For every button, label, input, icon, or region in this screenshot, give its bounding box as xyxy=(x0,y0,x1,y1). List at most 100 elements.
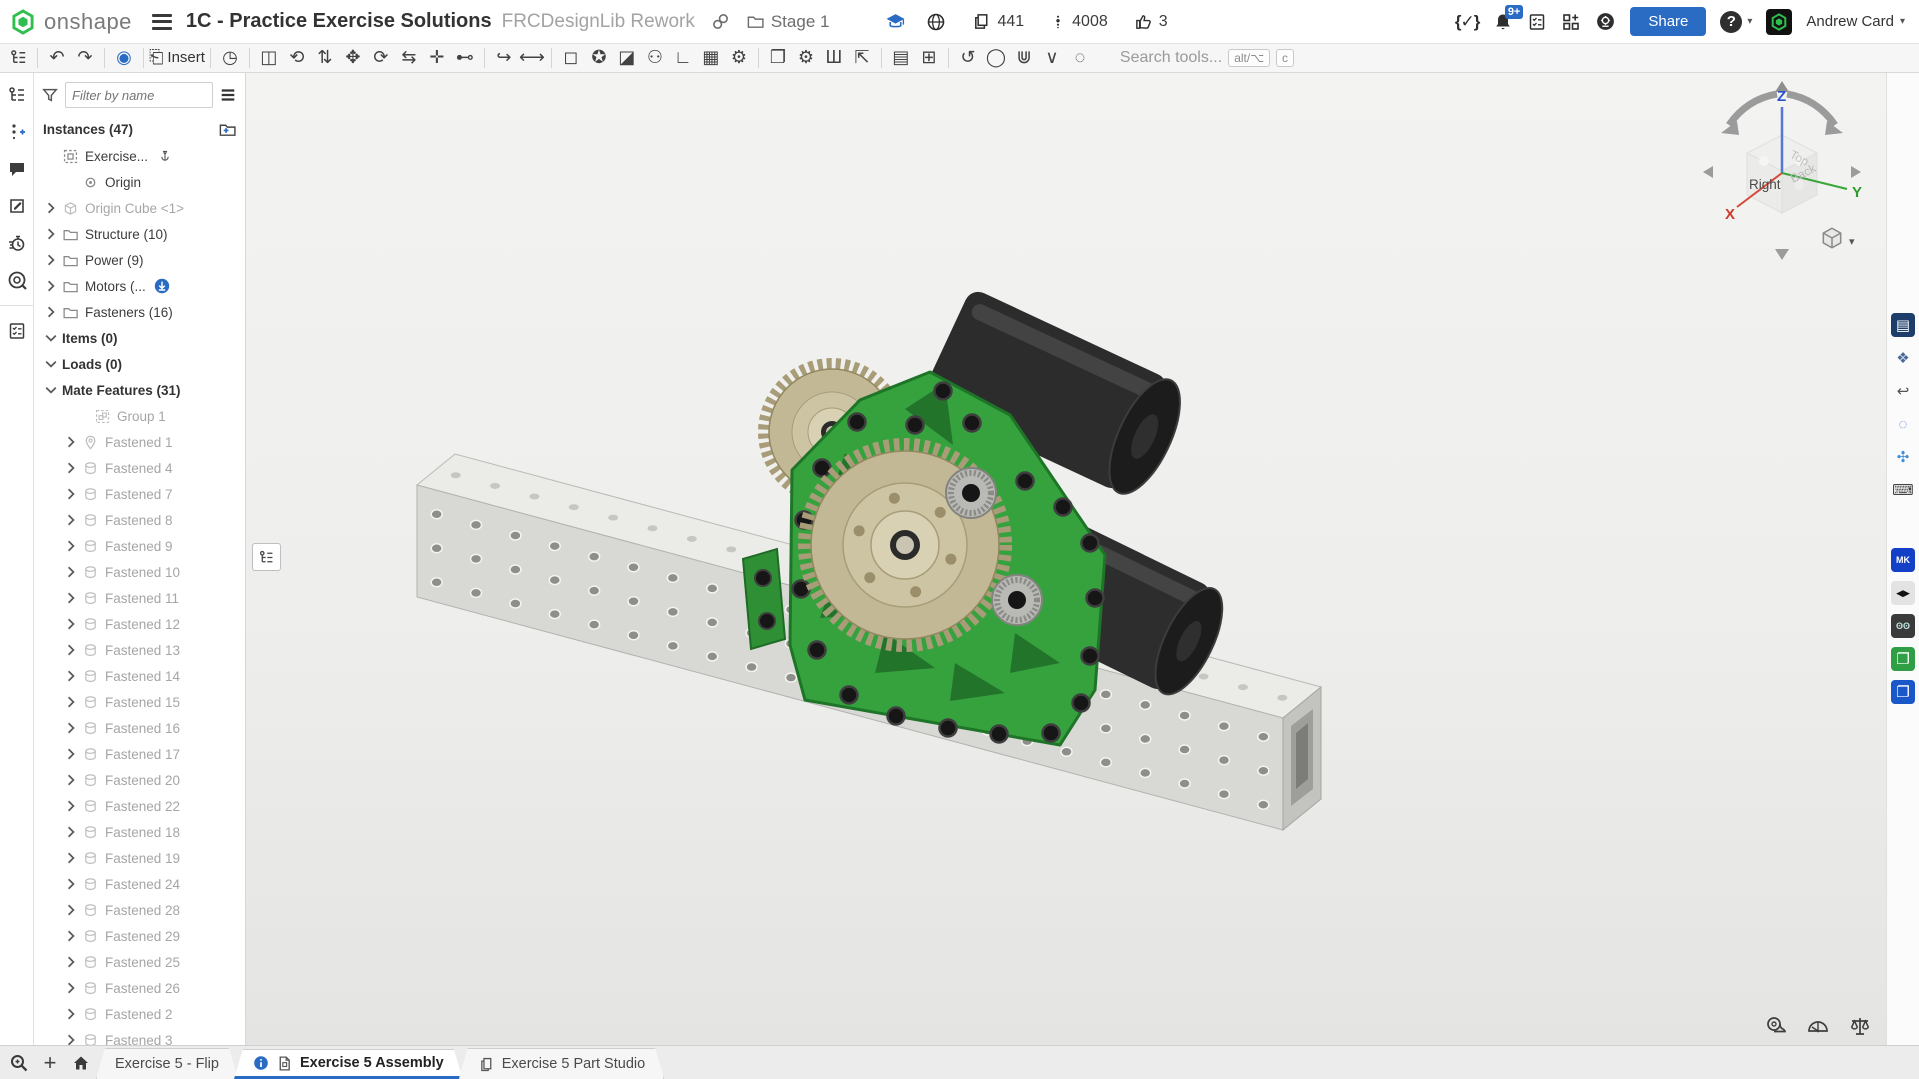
tree-row-fastened-24[interactable]: Fastened 24 xyxy=(33,871,245,897)
3d-viewport[interactable]: Z Y X Right Back Top ▾ xyxy=(245,73,1886,1046)
tab-exercise-5-part-studio[interactable]: Exercise 5 Part Studio xyxy=(459,1048,664,1079)
chevron-right-icon[interactable] xyxy=(63,668,79,684)
checklist-icon[interactable] xyxy=(5,319,29,343)
tree-row-fastened-19[interactable]: Fastened 19 xyxy=(33,845,245,871)
tree-row-fastened-26[interactable]: Fastened 26 xyxy=(33,975,245,1001)
tangent-mate-icon[interactable]: ⊷ xyxy=(451,45,479,71)
tree-row-fastened-13[interactable]: Fastened 13 xyxy=(33,637,245,663)
section-view-icon[interactable]: ↺ xyxy=(954,45,982,71)
workspace-label[interactable]: Stage 1 xyxy=(771,12,830,32)
instance-tree-toggle-icon[interactable] xyxy=(4,45,32,71)
revolute-mate-icon[interactable]: ⟲ xyxy=(283,45,311,71)
feature-script-icon[interactable]: {✓} xyxy=(1455,12,1479,32)
mate-clock-icon[interactable]: ◷ xyxy=(216,45,244,71)
chevron-right-icon[interactable] xyxy=(63,876,79,892)
chevron-right-icon[interactable] xyxy=(63,850,79,866)
tree-row-fastened-15[interactable]: Fastened 15 xyxy=(33,689,245,715)
configuration-cube-icon[interactable]: ❖ xyxy=(1891,346,1915,370)
chevron-right-icon[interactable] xyxy=(63,512,79,528)
user-menu[interactable]: Andrew Card ▾ xyxy=(1806,13,1905,30)
tree-row-origin-cube-1[interactable]: Origin Cube <1> xyxy=(33,195,245,221)
chevron-right-icon[interactable] xyxy=(63,954,79,970)
bom-table-icon[interactable]: ▤ xyxy=(887,45,915,71)
tree-row-fastened-8[interactable]: Fastened 8 xyxy=(33,507,245,533)
hide-instances-icon[interactable]: ⋓ xyxy=(1010,45,1038,71)
chevron-right-icon[interactable] xyxy=(43,200,59,216)
link-icon[interactable] xyxy=(711,12,730,31)
tree-row-fastened-10[interactable]: Fastened 10 xyxy=(33,559,245,585)
gear-relation-icon[interactable]: ⚙ xyxy=(792,45,820,71)
chevron-right-icon[interactable] xyxy=(63,1006,79,1022)
chevron-right-icon[interactable] xyxy=(43,252,59,268)
new-folder-icon[interactable] xyxy=(218,120,237,139)
spotlight-search-icon[interactable] xyxy=(5,268,29,292)
bracket-part-icon[interactable]: ∟ xyxy=(669,45,697,71)
tree-row-fastened-12[interactable]: Fastened 12 xyxy=(33,611,245,637)
likes-stat[interactable]: 3 xyxy=(1134,12,1168,31)
tree-row-fastened-1[interactable]: Fastened 1 xyxy=(33,429,245,455)
find-tab-icon[interactable] xyxy=(6,1050,32,1076)
chevron-right-icon[interactable] xyxy=(63,694,79,710)
gear-cluster-icon[interactable]: ⚙ xyxy=(725,45,753,71)
replicate-icon[interactable]: ⚇ xyxy=(641,45,669,71)
follows-stat[interactable]: 4008 xyxy=(1050,12,1108,31)
chevron-right-icon[interactable] xyxy=(43,278,59,294)
tree-row-fastened-4[interactable]: Fastened 4 xyxy=(33,455,245,481)
snap-mode-icon[interactable]: ↪ xyxy=(490,45,518,71)
chevron-right-icon[interactable] xyxy=(63,746,79,762)
notifications-bell-icon[interactable]: 9+ xyxy=(1493,12,1513,32)
fastened-mate-icon[interactable]: ◫ xyxy=(255,45,283,71)
chevron-down-icon[interactable] xyxy=(43,382,59,398)
chevron-right-icon[interactable] xyxy=(63,616,79,632)
assembly-model[interactable] xyxy=(245,73,1886,1046)
structure-tree-icon[interactable] xyxy=(5,83,29,107)
view-options-button[interactable]: ▾ xyxy=(1823,228,1855,248)
tree-row-fastened-3[interactable]: Fastened 3 xyxy=(33,1027,245,1046)
pinwheel-app-icon[interactable]: ✣ xyxy=(1891,445,1915,469)
tree-row-items-0[interactable]: Items (0) xyxy=(33,325,245,351)
bom-flyout-icon[interactable]: ▤ xyxy=(1891,313,1915,337)
tree-row-fasteners-16[interactable]: Fasteners (16) xyxy=(33,299,245,325)
history-stopwatch-icon[interactable] xyxy=(5,231,29,255)
onshape-logo[interactable]: onshape xyxy=(0,9,132,35)
tree-row-fastened-14[interactable]: Fastened 14 xyxy=(33,663,245,689)
tree-row-power-9[interactable]: Power (9) xyxy=(33,247,245,273)
chevron-right-icon[interactable] xyxy=(63,434,79,450)
tab-exercise-5-assembly[interactable]: Exercise 5 Assembly xyxy=(234,1049,463,1079)
tape-measure-icon[interactable] xyxy=(1764,1014,1788,1038)
named-positions-icon[interactable]: ✪ xyxy=(585,45,613,71)
comments-icon[interactable] xyxy=(5,157,29,181)
chevron-right-icon[interactable] xyxy=(63,824,79,840)
tasks-checklist-icon[interactable] xyxy=(1527,12,1547,32)
tree-row-fastened-25[interactable]: Fastened 25 xyxy=(33,949,245,975)
chevron-right-icon[interactable] xyxy=(63,798,79,814)
mk-app-icon[interactable]: MK xyxy=(1891,548,1915,572)
standoff-block[interactable] xyxy=(743,549,785,649)
main-menu-icon[interactable] xyxy=(152,14,172,30)
tree-row-fastened-22[interactable]: Fastened 22 xyxy=(33,793,245,819)
pinion-bottom[interactable] xyxy=(992,575,1042,625)
tree-row-fastened-18[interactable]: Fastened 18 xyxy=(33,819,245,845)
robot-goggles-app-icon[interactable]: ʘʘ xyxy=(1891,614,1915,638)
filter-input[interactable] xyxy=(65,82,213,108)
chevron-right-icon[interactable] xyxy=(63,928,79,944)
selection-cylinder-icon[interactable]: ◪ xyxy=(613,45,641,71)
ball-mate-icon[interactable]: ✛ xyxy=(423,45,451,71)
chevron-right-icon[interactable] xyxy=(63,1032,79,1046)
pan-down-arrow-icon[interactable] xyxy=(1775,249,1789,260)
share-button[interactable]: Share xyxy=(1630,7,1706,36)
reference-part-icon[interactable]: ◌ xyxy=(1891,412,1915,436)
tree-row-loads-0[interactable]: Loads (0) xyxy=(33,351,245,377)
undo-icon[interactable]: ↶ xyxy=(43,45,71,71)
rotate-cw-arrow-icon[interactable] xyxy=(1787,94,1835,125)
versions-branch-icon[interactable] xyxy=(5,120,29,144)
tab-exercise-5-flip[interactable]: Exercise 5 - Flip xyxy=(96,1048,238,1079)
pinion-top[interactable] xyxy=(946,468,996,518)
chevron-right-icon[interactable] xyxy=(63,642,79,658)
tree-row-fastened-2[interactable]: Fastened 2 xyxy=(33,1001,245,1027)
chevron-right-icon[interactable] xyxy=(63,772,79,788)
explode-view-icon[interactable]: ⇱ xyxy=(848,45,876,71)
derived-part-icon[interactable]: ↩ xyxy=(1891,379,1915,403)
public-globe-icon[interactable] xyxy=(926,12,946,32)
slider-mate-icon[interactable]: ⇅ xyxy=(311,45,339,71)
